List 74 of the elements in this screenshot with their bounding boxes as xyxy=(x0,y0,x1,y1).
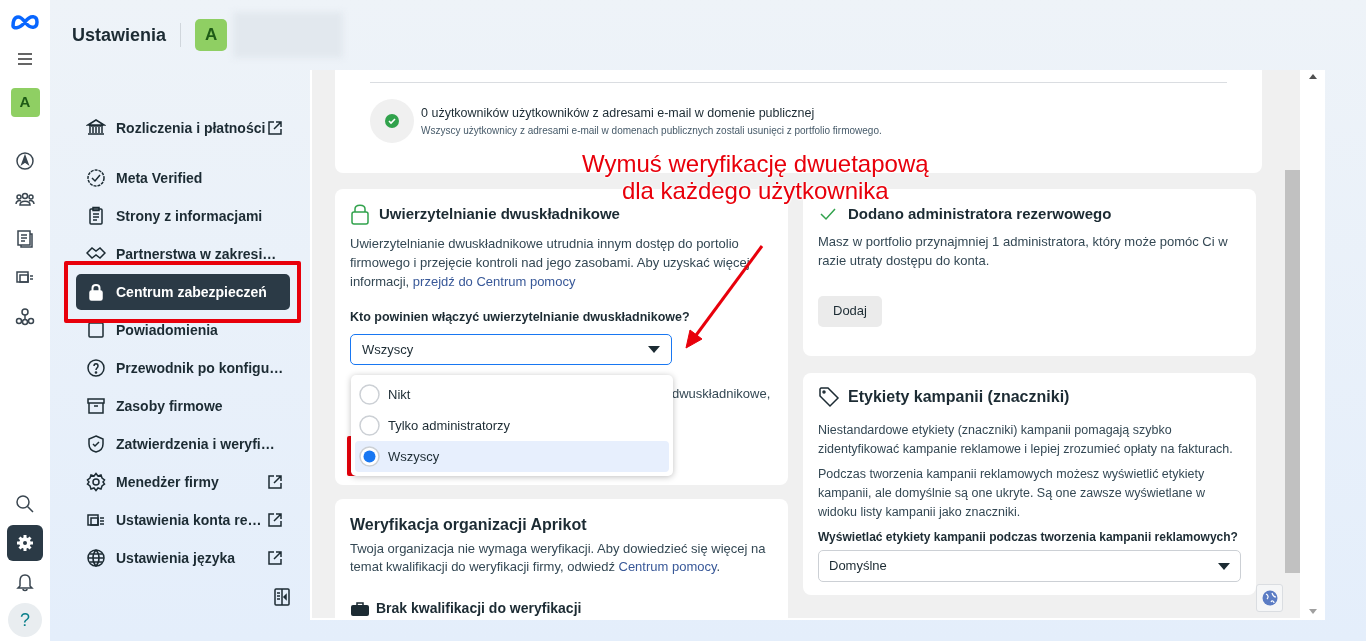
compass-icon xyxy=(15,151,35,171)
card-description: Uwierzytelnianie dwuskładnikowe utrudnia innym dostęp do portolio firmowego i przejęcie kontroli nad jego zasobami. Aby uzyskać więcej informacji, przejdź do Centrum pomocy xyxy=(350,234,751,291)
dropdown-option[interactable]: Nikt xyxy=(355,379,669,410)
pages-icon xyxy=(15,229,35,249)
select-field[interactable]: Domyślne xyxy=(818,550,1241,582)
briefcase-icon xyxy=(350,600,370,617)
help-button[interactable]: ? xyxy=(8,603,42,637)
sidebar-item[interactable]: Zatwierdzenia i weryfi… xyxy=(76,426,290,462)
language-button[interactable] xyxy=(1256,584,1283,612)
card-description: Niestandardowe etykiety (znaczniki) kampanii pomagają szybko zidentyfikować kampanie reklamowe i lepiej zrozumieć opłaty na fakturach. xyxy=(818,422,1234,458)
scrollbar[interactable] xyxy=(1285,70,1300,618)
sidebar-item[interactable]: Zasoby firmowe xyxy=(76,388,290,424)
sidebar-item[interactable]: Partnerstwa w zakresi… xyxy=(76,236,290,272)
help-center-link[interactable]: przejdź do Centrum pomocy xyxy=(412,273,576,289)
settings-icon xyxy=(15,533,35,553)
sidebar-item[interactable]: Strony z informacjami xyxy=(76,198,290,234)
page-title: Ustawienia xyxy=(72,23,167,47)
annotation-text: Wymuś weryfikację dwuetapową xyxy=(582,150,929,177)
card-description: Masz w portfolio przynajmniej 1 administratora, który może pomóc Ci w razie utraty dostępu do konta. xyxy=(818,232,1229,270)
notice-subtitle: Wszyscy użytkownicy z adresami e-mail w domenach publicznych zostali usunięci z portfolio firmowego. xyxy=(421,123,882,138)
check-circle-icon xyxy=(385,114,399,128)
tag-icon xyxy=(818,386,840,408)
sidebar-item[interactable]: Ustawienia języka xyxy=(76,540,290,576)
sidebar-item[interactable]: Menedżer firmy xyxy=(76,464,290,500)
card-title: Weryfikacja organizacji Aprikot xyxy=(350,515,588,535)
dropdown-caret-icon xyxy=(1218,562,1230,570)
rail-settings-button[interactable] xyxy=(7,525,43,561)
square-icon xyxy=(86,320,106,340)
globe-icon xyxy=(1261,590,1278,606)
shield-check-icon xyxy=(86,434,106,454)
scroll-up-icon[interactable] xyxy=(1308,74,1317,79)
select-field[interactable]: Wszyscy xyxy=(350,334,672,366)
dropdown-option[interactable]: Wszyscy xyxy=(355,441,669,472)
card-title: Uwierzytelnianie dwuskładnikowe xyxy=(379,204,620,224)
lock-icon xyxy=(86,282,106,302)
bell-icon xyxy=(15,572,35,592)
verified-badge-icon xyxy=(86,168,106,188)
dropdown-caret-icon xyxy=(648,346,660,354)
radio-icon xyxy=(359,384,380,405)
dropdown-option[interactable]: Tylko administratorzy xyxy=(355,410,669,441)
annotation-text: dla każdego użytkownika xyxy=(621,177,889,204)
archive-box-icon xyxy=(86,396,106,416)
field-label: Kto powinien włączyć uwierzytelnianie dwuskładnikowe? xyxy=(350,308,691,326)
status-text: Brak kwalifikacji do weryfikacji xyxy=(376,599,582,618)
network-icon xyxy=(15,307,35,327)
radio-icon xyxy=(359,415,380,436)
scroll-down-icon[interactable] xyxy=(1308,609,1317,614)
field-label: Wyświetlać etykiety kampanii podczas tworzenia kampanii reklamowych? xyxy=(818,529,1239,546)
notice-title: 0 użytkowników użytkowników z adresami e-mail w domenie publicznej xyxy=(421,105,816,123)
menu-icon[interactable] xyxy=(17,52,33,66)
help-center-link[interactable]: Centrum pomocy xyxy=(618,559,717,574)
account-avatar[interactable]: A xyxy=(10,88,40,117)
clipboard-icon xyxy=(86,206,106,226)
account-avatar[interactable]: A xyxy=(195,19,228,51)
add-button[interactable]: Dodaj xyxy=(818,295,882,327)
sidebar-item[interactable]: Ustawienia konta re… xyxy=(76,502,290,538)
card-description: Twoja organizacja nie wymaga weryfikacji. Aby dowiedzieć się więcej na temat kwalifikacji do weryfikacji firmy, odwiedź Centrum pomocy. xyxy=(350,540,767,576)
collapse-panel-icon xyxy=(274,588,290,606)
card-title: Dodano administratora rezerwowego xyxy=(848,204,1112,224)
radio-icon xyxy=(359,446,380,467)
sidebar-item[interactable]: Przewodnik po konfigu… xyxy=(76,350,290,386)
globe-icon xyxy=(86,548,106,568)
question-icon xyxy=(86,358,106,378)
lock-icon xyxy=(350,203,370,226)
gear-icon xyxy=(86,472,106,492)
card-description: Podczas tworzenia kampanii reklamowych możesz wyświetlić etykiety kampanii, ale domyślnie są one ukryte. Są one zawsze wyświetlane w widoku listy kampanii jako znaczniki. xyxy=(818,466,1206,521)
sidebar-item[interactable]: Centrum zabezpieczeń xyxy=(76,274,290,310)
sidebar-item[interactable]: Meta Verified xyxy=(76,160,290,196)
search-icon xyxy=(15,494,35,514)
bank-icon xyxy=(86,118,106,138)
sidebar-item[interactable]: Powiadomienia xyxy=(76,312,290,348)
card-title: Etykiety kampanii (znaczniki) xyxy=(848,387,1070,407)
partially-hidden-text: dwuskładnikowe, xyxy=(672,385,771,403)
sidebar-item[interactable]: Rozliczenia i płatności xyxy=(76,110,290,146)
